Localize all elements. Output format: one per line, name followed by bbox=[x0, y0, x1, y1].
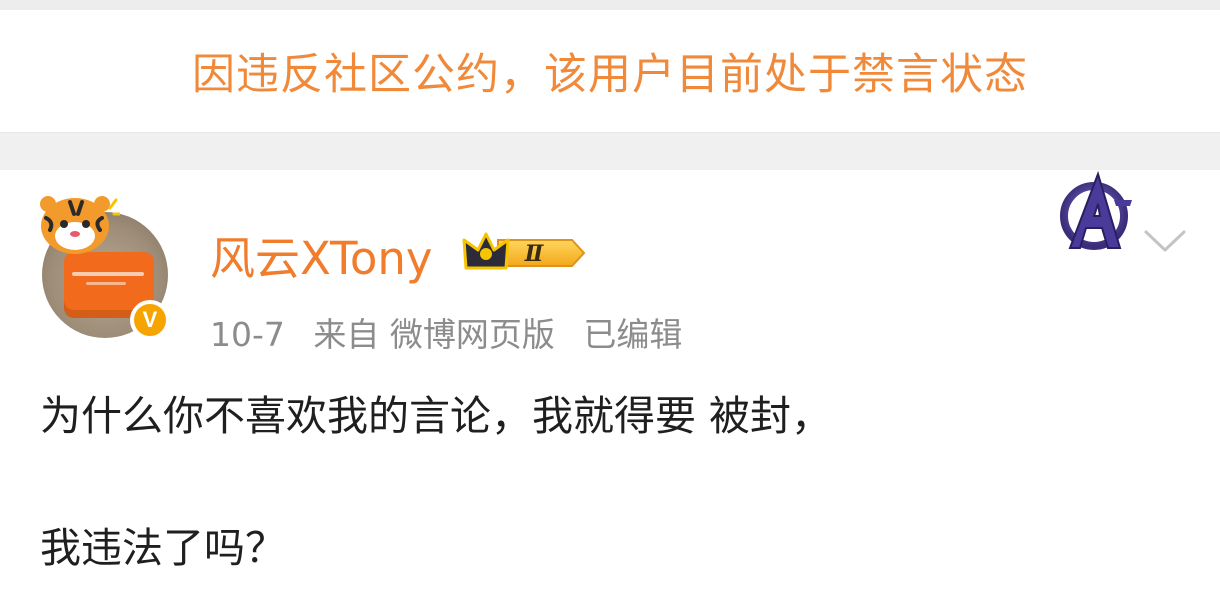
avatar[interactable]: V bbox=[30, 192, 180, 342]
ban-notice-banner: 因违反社区公约，该用户目前处于禁言状态 bbox=[0, 10, 1220, 132]
post-content: 为什么你不喜欢我的言论，我就得要 被封， 我违法了吗？ bbox=[40, 390, 1180, 574]
ban-notice-text: 因违反社区公约，该用户目前处于禁言状态 bbox=[192, 50, 1028, 100]
tiger-pendant-icon bbox=[40, 196, 120, 254]
level-badge-label: Ⅱ bbox=[524, 241, 545, 267]
post-date: 10-7 bbox=[210, 315, 285, 354]
avengers-logo-icon bbox=[1060, 170, 1132, 250]
chevron-down-icon[interactable] bbox=[1142, 226, 1188, 256]
post-content-line: 为什么你不喜欢我的言论，我就得要 被封， bbox=[40, 392, 833, 440]
username[interactable]: 风云XTony bbox=[210, 222, 433, 287]
post-meta: 10-7 来自 微博网页版 已编辑 bbox=[210, 308, 700, 356]
post-content-line: 我违法了吗？ bbox=[40, 524, 286, 572]
section-divider bbox=[0, 132, 1220, 171]
crown-badge-icon[interactable]: Ⅱ bbox=[460, 228, 588, 278]
top-strip bbox=[0, 0, 1220, 10]
post-source[interactable]: 来自 微博网页版 bbox=[313, 315, 555, 354]
weibo-post-card: V 风云XTony Ⅱ 10-7 来自 微博网页版 已编辑 为什么你不喜欢我的言… bbox=[0, 170, 1220, 597]
verified-badge: V bbox=[130, 300, 170, 340]
edited-label[interactable]: 已编辑 bbox=[583, 315, 682, 354]
